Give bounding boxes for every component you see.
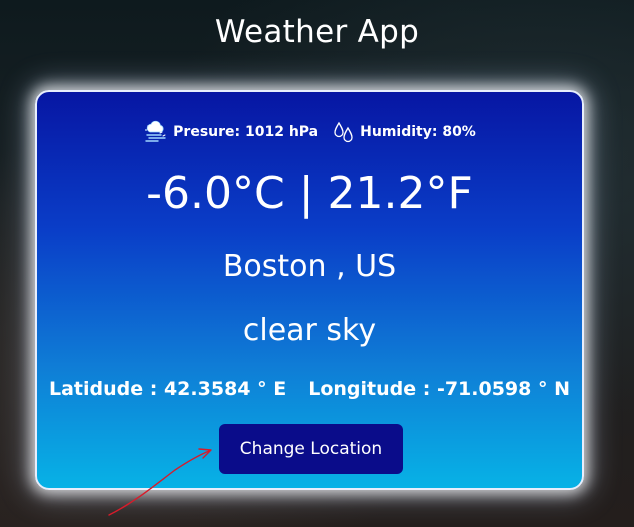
temperature-display: -6.0°C | 21.2°F	[146, 168, 473, 219]
humidity-info: Humidity: 80%	[332, 120, 476, 144]
weather-card: Presure: 1012 hPa Humidity: 80% -6.0°C |…	[35, 90, 584, 490]
location-name: Boston , US	[222, 249, 397, 284]
humidity-label: Humidity: 80%	[360, 124, 476, 140]
weather-meta-row: Presure: 1012 hPa Humidity: 80%	[37, 120, 582, 144]
latitude-label: Latidude : 42.3584 ° E	[49, 378, 287, 400]
app-title: Weather App	[214, 14, 420, 50]
change-location-button[interactable]: Change Location	[219, 424, 403, 474]
cloud-snow-icon	[143, 120, 169, 144]
droplets-icon	[332, 120, 356, 144]
pressure-info: Presure: 1012 hPa	[143, 120, 318, 144]
coordinates-row: Latidude : 42.3584 ° E Longitude : -71.0…	[37, 376, 582, 402]
weather-description: clear sky	[242, 313, 377, 348]
longitude-label: Longitude : -71.0598 ° N	[308, 378, 570, 400]
red-arrow-annotation	[108, 448, 212, 516]
pressure-label: Presure: 1012 hPa	[173, 124, 319, 140]
